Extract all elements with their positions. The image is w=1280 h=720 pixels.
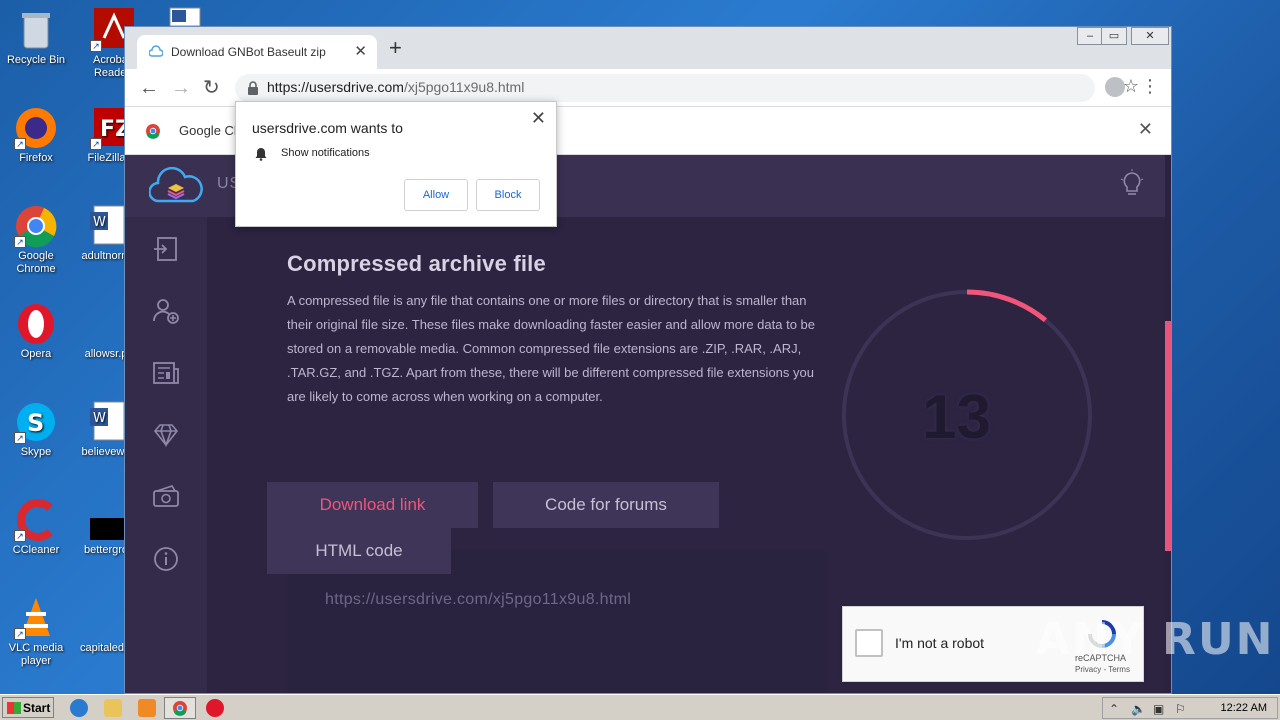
desktop-icon-firefox[interactable]: ↗ Firefox xyxy=(0,106,72,165)
recycle-bin-icon xyxy=(14,8,58,52)
system-tray: ⌃ 🔈 ▣ ⚐ 12:22 AM xyxy=(1102,697,1278,719)
taskbar-chrome-button[interactable] xyxy=(164,697,196,719)
allow-button[interactable]: Allow xyxy=(404,179,468,211)
tab-title: Download GNBot Baseult zip xyxy=(171,45,326,59)
tab-strip: Download GNBot Baseult zip ✕ + – ▭ ✕ xyxy=(125,27,1171,69)
chrome-icon xyxy=(146,124,160,139)
new-tab-icon[interactable]: + xyxy=(389,37,402,59)
bookmark-star-icon[interactable]: ☆ xyxy=(1123,76,1139,97)
usersdrive-logo-icon[interactable] xyxy=(149,167,203,205)
news-icon[interactable] xyxy=(152,359,180,387)
countdown-number: 13 xyxy=(922,383,991,452)
desktop-icon-ccleaner[interactable]: ↗ CCleaner xyxy=(0,498,72,557)
scrollbar-accent[interactable] xyxy=(1165,321,1171,551)
browser-tab[interactable]: Download GNBot Baseult zip ✕ xyxy=(137,35,377,69)
file-icon xyxy=(84,302,128,346)
page-title: Compressed archive file xyxy=(287,251,546,276)
anyrun-watermark: ANY RUN xyxy=(1036,614,1275,665)
network-icon[interactable]: ▣ xyxy=(1153,702,1164,716)
infobar-text: Google Ch xyxy=(179,123,242,138)
desktop-icon-vlc[interactable]: ↗ VLC media player xyxy=(0,596,72,668)
svg-text:S: S xyxy=(27,409,44,437)
tray-expand-icon[interactable]: ⌃ xyxy=(1109,702,1119,716)
desktop-icon-chrome[interactable]: ↗ Google Chrome xyxy=(0,204,72,276)
lock-icon xyxy=(248,81,258,95)
recaptcha-checkbox[interactable] xyxy=(855,629,883,657)
page-description: A compressed file is any file that conta… xyxy=(287,293,815,404)
explorer-folder-icon[interactable] xyxy=(104,699,122,717)
desktop-icon-skype[interactable]: S ↗ Skype xyxy=(0,400,72,459)
add-user-icon[interactable] xyxy=(152,297,180,325)
info-icon[interactable] xyxy=(152,545,180,573)
file-icon xyxy=(80,596,124,640)
money-icon[interactable] xyxy=(152,483,180,511)
ccleaner-icon: ↗ xyxy=(14,498,58,542)
popup-close-icon[interactable]: ✕ xyxy=(531,108,546,129)
tab-download-link[interactable]: Download link xyxy=(267,482,478,528)
cloud-favicon-icon xyxy=(149,45,163,57)
recaptcha-links[interactable]: Privacy - Terms xyxy=(1075,665,1130,674)
download-url[interactable]: https://usersdrive.com/xj5pgo11x9u8.html xyxy=(325,591,631,609)
lightbulb-icon[interactable] xyxy=(1119,169,1145,199)
permission-text: Show notifications xyxy=(281,147,370,159)
svg-text:W: W xyxy=(93,411,106,426)
taskbar: Start ⌃ 🔈 ▣ ⚐ 12:22 AM xyxy=(0,694,1280,720)
site-sidebar xyxy=(125,217,207,693)
notification-permission-popup: usersdrive.com wants to ✕ Show notificat… xyxy=(235,101,557,227)
ie-icon[interactable] xyxy=(70,699,88,717)
clock[interactable]: 12:22 AM xyxy=(1221,702,1267,714)
opera-icon xyxy=(14,302,58,346)
firefox-icon: ↗ xyxy=(14,106,58,150)
profile-avatar-icon[interactable] xyxy=(1105,77,1125,97)
volume-icon[interactable]: 🔈 xyxy=(1131,702,1146,716)
black-file-icon xyxy=(84,498,128,542)
address-bar[interactable]: https://usersdrive.com/xj5pgo11x9u8.html… xyxy=(235,74,1139,102)
maximize-button[interactable]: ▭ xyxy=(1101,27,1127,45)
infobar-close-icon[interactable]: ✕ xyxy=(1138,119,1153,140)
close-window-button[interactable]: ✕ xyxy=(1131,27,1169,45)
minimize-button[interactable]: – xyxy=(1077,27,1103,45)
chrome-icon xyxy=(173,701,187,716)
windows-flag-icon xyxy=(7,701,21,714)
reload-icon[interactable]: ↻ xyxy=(203,76,220,100)
back-icon[interactable]: ← xyxy=(139,76,159,100)
bell-icon xyxy=(255,148,267,161)
block-button[interactable]: Block xyxy=(476,179,540,211)
flag-notification-icon[interactable]: ⚐ xyxy=(1175,702,1186,716)
chrome-icon: ↗ xyxy=(14,204,58,248)
opera-taskbar-icon[interactable] xyxy=(206,699,224,717)
recaptcha-label: I'm not a robot xyxy=(895,635,985,651)
start-button[interactable]: Start xyxy=(2,697,54,718)
login-icon[interactable] xyxy=(152,235,180,263)
url-text: https://usersdrive.com/xj5pgo11x9u8.html xyxy=(267,79,525,95)
tab-html-code[interactable]: HTML code xyxy=(267,528,451,574)
vlc-icon: ↗ xyxy=(14,596,58,640)
desktop-icon-partial-doc[interactable] xyxy=(150,6,210,28)
word-doc-icon xyxy=(158,6,202,27)
permission-title: usersdrive.com wants to xyxy=(252,120,403,136)
tab-close-icon[interactable]: ✕ xyxy=(354,42,367,60)
diamond-icon[interactable] xyxy=(152,421,180,449)
svg-text:W: W xyxy=(93,215,106,230)
desktop-icon-recycle-bin[interactable]: Recycle Bin xyxy=(0,8,72,67)
tab-code-for-forums[interactable]: Code for forums xyxy=(493,482,719,528)
forward-icon[interactable]: → xyxy=(171,76,191,100)
menu-icon[interactable]: ⋮ xyxy=(1141,75,1159,97)
skype-icon: S ↗ xyxy=(14,400,58,444)
word-doc-icon: W xyxy=(84,400,128,444)
word-doc-icon: W xyxy=(84,204,128,248)
media-player-icon[interactable] xyxy=(138,699,156,717)
desktop-icon-opera[interactable]: Opera xyxy=(0,302,72,361)
countdown-progress-arc xyxy=(966,289,1047,323)
